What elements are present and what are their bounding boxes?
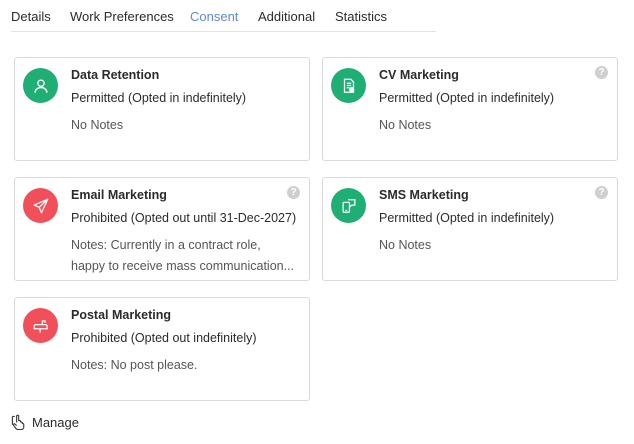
consent-card-cv-marketing: ? CV Marketing Permitted (Opted in indef… <box>322 57 618 161</box>
tab-additional[interactable]: Additional <box>258 9 315 24</box>
status-badge <box>23 308 58 343</box>
tab-consent[interactable]: Consent <box>190 9 238 24</box>
status-badge <box>23 188 58 223</box>
consent-card-data-retention: Data Retention Permitted (Opted in indef… <box>14 57 310 161</box>
card-notes: No Notes <box>379 238 432 252</box>
manage-button[interactable]: Manage <box>11 414 79 430</box>
card-status: Permitted (Opted in indefinitely) <box>71 91 247 105</box>
card-title: Data Retention <box>71 68 160 82</box>
document-icon <box>343 78 354 93</box>
mailbox-icon <box>33 319 48 333</box>
consent-card-email-marketing: ? Email Marketing Prohibited (Opted out … <box>14 177 310 281</box>
card-title: CV Marketing <box>379 68 459 82</box>
card-status: Prohibited (Opted out until 31-Dec-2027) <box>71 211 297 225</box>
help-icon[interactable]: ? <box>595 66 608 79</box>
help-icon[interactable]: ? <box>287 186 300 199</box>
tab-work-preferences[interactable]: Work Preferences <box>70 9 174 24</box>
tab-statistics[interactable]: Statistics <box>335 9 387 24</box>
card-notes: No Notes <box>71 118 124 132</box>
phone-message-icon <box>342 198 355 213</box>
card-notes: Notes: No post please. <box>71 358 198 372</box>
card-title: SMS Marketing <box>379 188 469 202</box>
card-notes-line: Notes: Currently in a contract role, <box>71 238 261 252</box>
status-badge <box>23 68 58 103</box>
card-status: Prohibited (Opted out indefinitely) <box>71 331 257 345</box>
card-notes: No Notes <box>379 118 432 132</box>
paper-plane-icon <box>33 198 48 213</box>
consent-card-sms-marketing: ? SMS Marketing Permitted (Opted in inde… <box>322 177 618 281</box>
tab-details[interactable]: Details <box>11 9 51 24</box>
user-icon <box>33 78 48 93</box>
help-icon[interactable]: ? <box>595 186 608 199</box>
card-title: Postal Marketing <box>71 308 172 322</box>
status-badge <box>331 68 366 103</box>
status-badge <box>331 188 366 223</box>
hand-pointer-icon <box>11 414 25 430</box>
manage-label: Manage <box>32 414 79 430</box>
card-title: Email Marketing <box>71 188 167 202</box>
card-notes-line: happy to receive mass communication... <box>71 259 295 273</box>
card-notes: Notes: Currently in a contract role, hap… <box>71 235 307 277</box>
tab-bar: Details Work Preferences Consent Additio… <box>11 0 436 32</box>
consent-card-postal-marketing: Postal Marketing Prohibited (Opted out i… <box>14 297 310 401</box>
card-status: Permitted (Opted in indefinitely) <box>379 91 555 105</box>
card-status: Permitted (Opted in indefinitely) <box>379 211 555 225</box>
